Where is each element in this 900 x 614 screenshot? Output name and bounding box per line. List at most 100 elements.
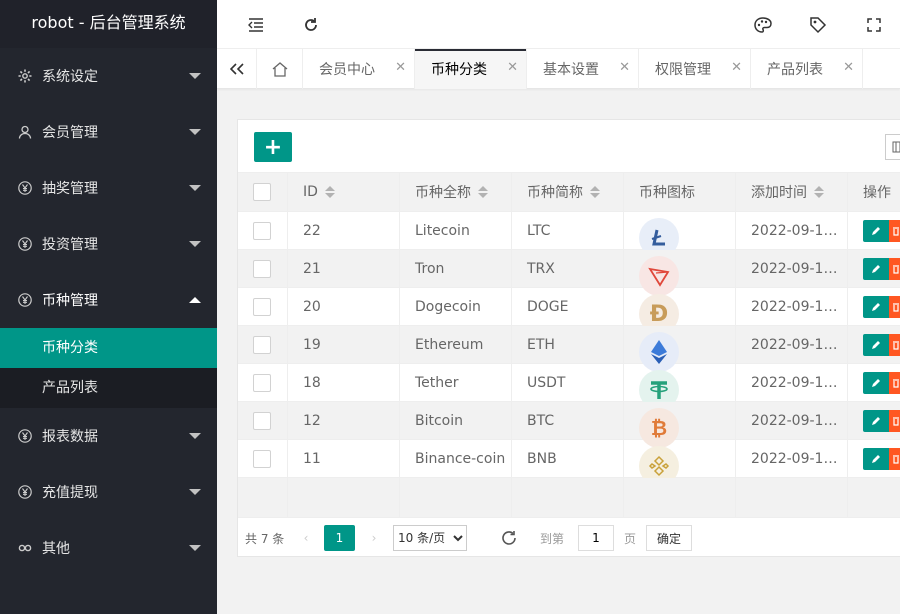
edit-icon[interactable] bbox=[863, 257, 889, 280]
tab-2[interactable]: 基本设置 ✕ bbox=[527, 49, 639, 89]
yen-circle-icon bbox=[17, 236, 33, 252]
tab-1[interactable]: 币种分类 ✕ bbox=[415, 49, 527, 89]
edit-icon[interactable] bbox=[863, 295, 889, 318]
next-page-icon[interactable]: › bbox=[364, 525, 384, 551]
tab-4[interactable]: 产品列表 ✕ bbox=[751, 49, 863, 89]
sidebar-item-label: 币种管理 bbox=[42, 293, 98, 309]
edit-icon[interactable] bbox=[863, 371, 889, 394]
page-size-select[interactable]: 10 条/页 bbox=[393, 525, 467, 551]
fullscreen-icon[interactable] bbox=[852, 0, 896, 49]
page-1-button[interactable]: 1 bbox=[324, 525, 355, 551]
cell-icon bbox=[624, 326, 736, 372]
close-icon[interactable]: ✕ bbox=[843, 60, 854, 75]
sidebar-item-2[interactable]: 抽奖管理 bbox=[0, 160, 217, 216]
columns-toggle-icon[interactable] bbox=[885, 134, 900, 160]
edit-icon[interactable] bbox=[863, 333, 889, 356]
cell-id: 20 bbox=[288, 288, 400, 325]
cell-actions bbox=[848, 364, 900, 401]
cell-name: Tether bbox=[400, 364, 512, 401]
cell-symbol: DOGE bbox=[512, 288, 624, 325]
sidebar-item-6[interactable]: 充值提现 bbox=[0, 464, 217, 520]
row-checkbox[interactable] bbox=[253, 259, 271, 278]
sidebar-item-4[interactable]: 币种管理 bbox=[0, 272, 217, 328]
close-icon[interactable]: ✕ bbox=[507, 60, 518, 75]
col-name[interactable]: 币种全称 bbox=[400, 173, 512, 211]
cell-id: 12 bbox=[288, 402, 400, 439]
edit-icon[interactable] bbox=[863, 447, 889, 470]
sidebar-item-3[interactable]: 投资管理 bbox=[0, 216, 217, 272]
table-empty-area bbox=[238, 478, 900, 517]
delete-icon[interactable] bbox=[889, 257, 900, 280]
col-time-label: 添加时间 bbox=[751, 185, 807, 201]
sort-icon[interactable] bbox=[590, 185, 600, 199]
tag-icon[interactable] bbox=[796, 0, 840, 49]
table-row[interactable]: 22 Litecoin LTC 2022-09-1… bbox=[238, 212, 900, 258]
table-row[interactable]: 18 Tether USDT 2022-09-1… bbox=[238, 364, 900, 410]
sidebar: robot - 后台管理系统 系统设定 会员管理 抽奖管理 投资管理 币种管理 币种分类产… bbox=[0, 0, 217, 614]
delete-icon[interactable] bbox=[889, 371, 900, 394]
col-id[interactable]: ID bbox=[288, 173, 400, 211]
table-row[interactable]: 12 Bitcoin BTC ₿ 2022-09-1… bbox=[238, 402, 900, 448]
cell-name: Litecoin bbox=[400, 212, 512, 249]
close-icon[interactable]: ✕ bbox=[731, 60, 742, 75]
sort-icon[interactable] bbox=[324, 185, 335, 199]
table-row[interactable]: 11 Binance-coin BNB 2022-09-1… bbox=[238, 440, 900, 486]
row-checkbox[interactable] bbox=[253, 449, 271, 468]
palette-icon[interactable] bbox=[741, 0, 785, 49]
pagination: 共 7 条 ‹ 1 › 10 条/页 到第 页 确定 bbox=[238, 517, 900, 557]
table-row[interactable]: 19 Ethereum ETH 2022-09-1… bbox=[238, 326, 900, 372]
caret-down-icon bbox=[189, 185, 201, 191]
table-row[interactable]: 20 Dogecoin DOGE Đ 2022-09-1… bbox=[238, 288, 900, 334]
sidebar-subitem-0[interactable]: 币种分类 bbox=[0, 328, 217, 368]
sort-icon[interactable] bbox=[478, 185, 488, 199]
table-header: ID 币种全称 币种简称 币种图标 添加时间 操作 bbox=[238, 172, 900, 212]
page-unit-label: 页 bbox=[624, 532, 637, 546]
edit-icon[interactable] bbox=[863, 409, 889, 432]
refresh-icon[interactable] bbox=[289, 0, 333, 49]
table-row[interactable]: 21 Tron TRX 2022-09-1… bbox=[238, 250, 900, 296]
tabs-scroll-left-icon[interactable] bbox=[217, 49, 257, 89]
sidebar-item-1[interactable]: 会员管理 bbox=[0, 104, 217, 160]
sidebar-item-0[interactable]: 系统设定 bbox=[0, 48, 217, 104]
add-button[interactable]: + bbox=[254, 132, 292, 162]
row-checkbox[interactable] bbox=[253, 221, 271, 240]
row-select-cell bbox=[238, 288, 288, 325]
delete-icon[interactable] bbox=[889, 409, 900, 432]
col-symbol[interactable]: 币种简称 bbox=[512, 173, 624, 211]
sidebar-item-5[interactable]: 报表数据 bbox=[0, 408, 217, 464]
col-actions-label: 操作 bbox=[863, 185, 891, 201]
table-card: + ID 币种全称 币种简称 币种图标 添加时间 操作 22 Litecoin LT… bbox=[237, 119, 900, 557]
cell-icon: ₿ bbox=[624, 402, 736, 448]
tab-bar: 会员中心 ✕ 币种分类 ✕ 基本设置 ✕ 权限管理 ✕ 产品列表 ✕ bbox=[217, 49, 900, 89]
tab-label: 会员中心 bbox=[319, 62, 375, 78]
cell-actions bbox=[848, 440, 900, 477]
delete-icon[interactable] bbox=[889, 295, 900, 318]
select-all-checkbox[interactable] bbox=[253, 183, 271, 201]
delete-icon[interactable] bbox=[889, 447, 900, 470]
refresh-table-icon[interactable] bbox=[496, 525, 522, 551]
cell-actions bbox=[848, 402, 900, 439]
sidebar-subitem-1[interactable]: 产品列表 bbox=[0, 368, 217, 408]
close-icon[interactable]: ✕ bbox=[619, 60, 630, 75]
sidebar-item-7[interactable]: 其他 bbox=[0, 520, 217, 576]
cell-symbol: LTC bbox=[512, 212, 624, 249]
sort-icon[interactable] bbox=[814, 185, 824, 199]
tab-3[interactable]: 权限管理 ✕ bbox=[639, 49, 751, 89]
row-checkbox[interactable] bbox=[253, 335, 271, 354]
tab-0[interactable]: 会员中心 ✕ bbox=[303, 49, 415, 89]
row-checkbox[interactable] bbox=[253, 373, 271, 392]
col-time[interactable]: 添加时间 bbox=[736, 173, 848, 211]
delete-icon[interactable] bbox=[889, 219, 900, 242]
row-checkbox[interactable] bbox=[253, 297, 271, 316]
close-icon[interactable]: ✕ bbox=[395, 60, 406, 75]
edit-icon[interactable] bbox=[863, 219, 889, 242]
shrink-menu-icon[interactable] bbox=[234, 0, 278, 49]
delete-icon[interactable] bbox=[889, 333, 900, 356]
goto-confirm-button[interactable]: 确定 bbox=[646, 525, 692, 551]
row-checkbox[interactable] bbox=[253, 411, 271, 430]
cell-name: Bitcoin bbox=[400, 402, 512, 439]
cell-icon: Đ bbox=[624, 288, 736, 334]
goto-page-input[interactable] bbox=[578, 525, 614, 551]
home-tab-icon[interactable] bbox=[257, 49, 303, 89]
prev-page-icon[interactable]: ‹ bbox=[296, 525, 316, 551]
